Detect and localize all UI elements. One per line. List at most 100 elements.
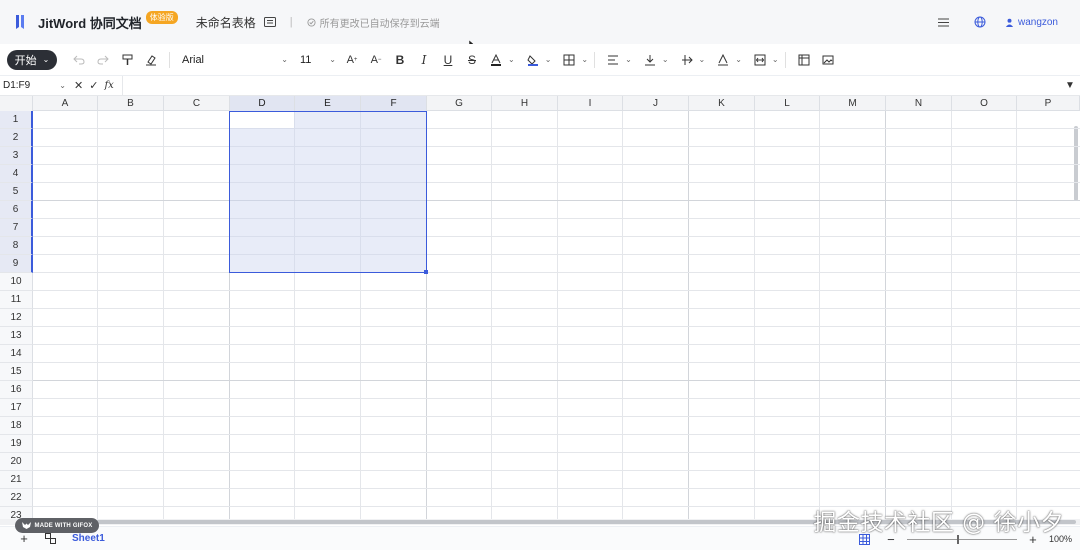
- row-header[interactable]: 12: [0, 309, 33, 327]
- select-all-corner[interactable]: [0, 96, 33, 111]
- user-menu[interactable]: wangzon: [1005, 17, 1058, 28]
- row-header[interactable]: 20: [0, 453, 33, 471]
- start-menu-button[interactable]: 开始 ⌄: [7, 49, 57, 70]
- formula-input[interactable]: [121, 76, 1060, 95]
- text-color-icon[interactable]: [484, 48, 508, 72]
- column-gridline: [97, 111, 98, 520]
- text-rotate-icon[interactable]: [711, 48, 735, 72]
- chevron-down-icon[interactable]: ⌄: [581, 55, 588, 64]
- column-header[interactable]: M: [820, 96, 886, 111]
- fill-color-icon[interactable]: [521, 48, 545, 72]
- text-wrap-icon[interactable]: [675, 48, 699, 72]
- text-wrap-control[interactable]: ⌄: [675, 48, 706, 72]
- column-header[interactable]: C: [164, 96, 230, 111]
- column-header[interactable]: O: [952, 96, 1017, 111]
- function-icon[interactable]: fx: [104, 80, 113, 91]
- vertical-align-control[interactable]: ⌄: [638, 48, 669, 72]
- row-header[interactable]: 11: [0, 291, 33, 309]
- underline-icon[interactable]: U: [436, 48, 460, 72]
- row-header[interactable]: 15: [0, 363, 33, 381]
- app-logo-icon[interactable]: [14, 14, 28, 30]
- chevron-down-icon[interactable]: ⌄: [508, 55, 515, 64]
- redo-icon[interactable]: [91, 48, 115, 72]
- merge-cells-icon[interactable]: [748, 48, 772, 72]
- column-header[interactable]: G: [427, 96, 492, 111]
- document-outline-icon[interactable]: [263, 17, 276, 27]
- undo-icon[interactable]: [67, 48, 91, 72]
- name-box[interactable]: D1:F9 ⌄: [0, 80, 70, 91]
- column-header[interactable]: E: [295, 96, 361, 111]
- document-title[interactable]: 未命名表格: [196, 14, 256, 31]
- selected-range[interactable]: [229, 111, 427, 273]
- row-header[interactable]: 17: [0, 399, 33, 417]
- row-header[interactable]: 1: [0, 111, 33, 129]
- column-header[interactable]: N: [886, 96, 952, 111]
- menu-icon[interactable]: [933, 11, 955, 33]
- increase-font-icon[interactable]: A +: [340, 48, 364, 72]
- row-header[interactable]: 8: [0, 237, 33, 255]
- column-header[interactable]: P: [1017, 96, 1080, 111]
- fill-handle[interactable]: [424, 270, 428, 274]
- spreadsheet-grid[interactable]: A B C D E F G H I J K L M N O P 1 2 3 4 5 6 7 8 9 10 11 12 13 14 15 16 1…: [0, 96, 1080, 520]
- column-header[interactable]: I: [558, 96, 623, 111]
- horizontal-align-control[interactable]: ⌄: [601, 48, 632, 72]
- row-header[interactable]: 3: [0, 147, 33, 165]
- column-header[interactable]: B: [98, 96, 164, 111]
- row-header[interactable]: 22: [0, 489, 33, 507]
- cancel-icon[interactable]: ✕: [74, 79, 83, 92]
- row-header[interactable]: 18: [0, 417, 33, 435]
- chevron-down-icon[interactable]: ⌄: [545, 55, 552, 64]
- text-rotate-control[interactable]: ⌄: [711, 48, 742, 72]
- row-header[interactable]: 9: [0, 255, 33, 273]
- format-painter-icon[interactable]: [115, 48, 139, 72]
- insert-image-icon[interactable]: [816, 48, 840, 72]
- row-header[interactable]: 13: [0, 327, 33, 345]
- bold-icon[interactable]: B: [388, 48, 412, 72]
- italic-icon[interactable]: I: [412, 48, 436, 72]
- active-cell[interactable]: [230, 112, 294, 128]
- column-header[interactable]: H: [492, 96, 558, 111]
- font-family-select[interactable]: Arial ⌄: [176, 48, 294, 72]
- border-control[interactable]: ⌄: [557, 48, 588, 72]
- column-header[interactable]: L: [755, 96, 820, 111]
- font-size-select[interactable]: 11 ⌄: [294, 48, 340, 72]
- decrease-font-icon[interactable]: A −: [364, 48, 388, 72]
- column-header[interactable]: J: [623, 96, 689, 111]
- merge-cells-control[interactable]: ⌄: [748, 48, 779, 72]
- chevron-down-icon[interactable]: ⌄: [625, 55, 632, 64]
- column-header[interactable]: D: [230, 96, 295, 111]
- clear-format-icon[interactable]: [139, 48, 163, 72]
- column-header[interactable]: F: [361, 96, 427, 111]
- chevron-down-icon[interactable]: ⌄: [772, 55, 779, 64]
- row-header[interactable]: 16: [0, 381, 33, 399]
- chevron-down-icon[interactable]: ⌄: [662, 55, 669, 64]
- row-header[interactable]: 4: [0, 165, 33, 183]
- row-header[interactable]: 21: [0, 471, 33, 489]
- strikethrough-icon[interactable]: S: [460, 48, 484, 72]
- column-header[interactable]: K: [689, 96, 755, 111]
- row-header[interactable]: 2: [0, 129, 33, 147]
- border-icon[interactable]: [557, 48, 581, 72]
- zoom-slider[interactable]: [906, 534, 1017, 544]
- row-header[interactable]: 7: [0, 219, 33, 237]
- column-header[interactable]: A: [33, 96, 98, 111]
- fill-color-control[interactable]: ⌄: [521, 48, 552, 72]
- freeze-panes-icon[interactable]: [792, 48, 816, 72]
- row-header[interactable]: 19: [0, 435, 33, 453]
- toolbar-divider: [169, 51, 170, 68]
- row-header[interactable]: 10: [0, 273, 33, 291]
- text-color-control[interactable]: ⌄: [484, 48, 515, 72]
- chevron-down-icon[interactable]: ⌄: [735, 55, 742, 64]
- row-header[interactable]: 5: [0, 183, 33, 201]
- sheet-tab-sheet1[interactable]: Sheet1: [72, 533, 105, 544]
- brand-name: JitWord 协同文档: [38, 15, 142, 31]
- align-left-icon[interactable]: [601, 48, 625, 72]
- row-header[interactable]: 14: [0, 345, 33, 363]
- chevron-down-icon[interactable]: ⌄: [59, 81, 66, 90]
- chevron-down-icon[interactable]: ⌄: [699, 55, 706, 64]
- globe-icon[interactable]: [969, 11, 991, 33]
- align-bottom-icon[interactable]: [638, 48, 662, 72]
- expand-formula-icon[interactable]: ▼: [1060, 80, 1080, 91]
- row-header[interactable]: 6: [0, 201, 33, 219]
- confirm-icon[interactable]: ✓: [89, 79, 98, 92]
